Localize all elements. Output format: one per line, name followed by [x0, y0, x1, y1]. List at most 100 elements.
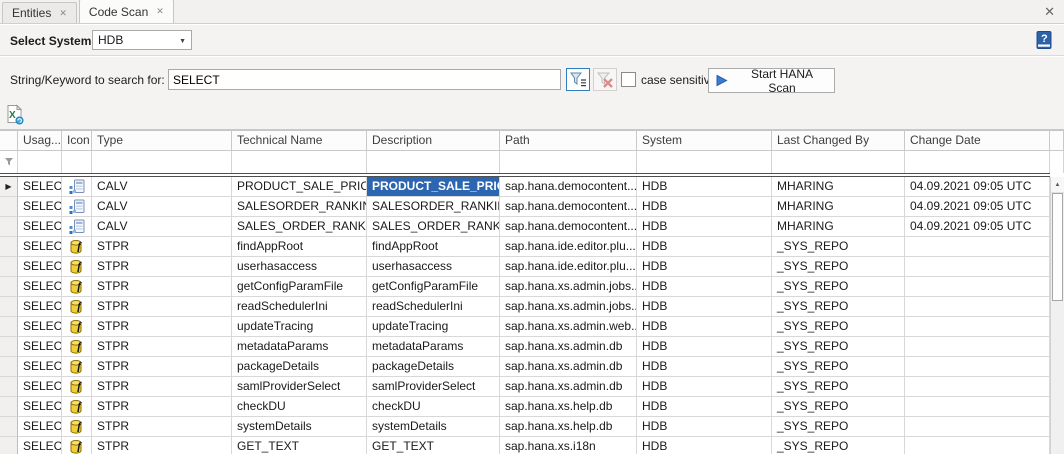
column-header-last-changed-by[interactable]: Last Changed By [772, 131, 905, 151]
cell-type[interactable]: STPR [92, 417, 232, 437]
cell-type[interactable]: STPR [92, 257, 232, 277]
table-row[interactable]: SELECT CALV SALES_ORDER_RANKIN... SALES_… [0, 217, 1050, 237]
cell-type[interactable]: STPR [92, 377, 232, 397]
cell-system[interactable]: HDB [637, 397, 772, 417]
cell-system[interactable]: HDB [637, 357, 772, 377]
case-sensitive-checkbox[interactable] [621, 72, 636, 87]
cell-change-date[interactable] [905, 337, 1050, 357]
cell-usage[interactable]: SELECT [18, 377, 62, 397]
cell-last-changed-by[interactable]: _SYS_REPO [772, 297, 905, 317]
search-input[interactable] [168, 69, 561, 90]
column-header-usage[interactable]: Usag... [18, 131, 62, 151]
vertical-scrollbar[interactable]: ▲ [1050, 177, 1064, 454]
cell-description[interactable]: findAppRoot [367, 237, 500, 257]
filter-cell-change-date[interactable] [905, 151, 1050, 173]
filter-cell-system[interactable] [637, 151, 772, 173]
cell-technical-name[interactable]: checkDU [232, 397, 367, 417]
filter-button[interactable] [566, 68, 590, 91]
cell-usage[interactable]: SELECT [18, 357, 62, 377]
filter-cell-icon[interactable] [62, 151, 92, 173]
cell-type[interactable]: STPR [92, 277, 232, 297]
cell-system[interactable]: HDB [637, 317, 772, 337]
cell-icon[interactable]: f [62, 397, 92, 417]
cell-technical-name[interactable]: metadataParams [232, 337, 367, 357]
cell-path[interactable]: sap.hana.xs.admin.db [500, 357, 637, 377]
column-header-icon[interactable]: Icon [62, 131, 92, 151]
filter-cell-path[interactable] [500, 151, 637, 173]
cell-path[interactable]: sap.hana.democontent.... [500, 217, 637, 237]
cell-description[interactable]: packageDetails [367, 357, 500, 377]
cell-path[interactable]: sap.hana.democontent.... [500, 197, 637, 217]
cell-system[interactable]: HDB [637, 437, 772, 454]
cell-last-changed-by[interactable]: _SYS_REPO [772, 317, 905, 337]
cell-path[interactable]: sap.hana.ide.editor.plu... [500, 237, 637, 257]
table-row[interactable]: SELECT f STPR metadataParams metadataPar… [0, 337, 1050, 357]
table-row[interactable]: SELECT f STPR readSchedulerIni readSched… [0, 297, 1050, 317]
cell-system[interactable]: HDB [637, 197, 772, 217]
cell-change-date[interactable] [905, 277, 1050, 297]
cell-icon[interactable] [62, 197, 92, 217]
cell-icon[interactable]: f [62, 337, 92, 357]
cell-change-date[interactable]: 04.09.2021 09:05 UTC [905, 177, 1050, 197]
cell-system[interactable]: HDB [637, 337, 772, 357]
cell-usage[interactable]: SELECT [18, 177, 62, 197]
cell-description[interactable]: GET_TEXT [367, 437, 500, 454]
cell-type[interactable]: STPR [92, 237, 232, 257]
column-header-description[interactable]: Description [367, 131, 500, 151]
cell-technical-name[interactable]: SALES_ORDER_RANKIN... [232, 217, 367, 237]
cell-change-date[interactable] [905, 357, 1050, 377]
cell-technical-name[interactable]: samlProviderSelect [232, 377, 367, 397]
cell-change-date[interactable] [905, 397, 1050, 417]
cell-last-changed-by[interactable]: _SYS_REPO [772, 337, 905, 357]
cell-type[interactable]: STPR [92, 437, 232, 454]
cell-type[interactable]: CALV [92, 197, 232, 217]
cell-type[interactable]: CALV [92, 217, 232, 237]
cell-change-date[interactable] [905, 437, 1050, 454]
cell-system[interactable]: HDB [637, 237, 772, 257]
cell-description[interactable]: PRODUCT_SALE_PRICE [367, 177, 500, 197]
cell-description[interactable]: samlProviderSelect [367, 377, 500, 397]
cell-path[interactable]: sap.hana.xs.help.db [500, 397, 637, 417]
cell-change-date[interactable] [905, 417, 1050, 437]
help-button[interactable]: ? [1034, 30, 1054, 50]
cell-path[interactable]: sap.hana.xs.help.db [500, 417, 637, 437]
cell-usage[interactable]: SELECT [18, 277, 62, 297]
start-hana-scan-button[interactable]: Start HANA Scan [708, 68, 835, 93]
cell-last-changed-by[interactable]: _SYS_REPO [772, 417, 905, 437]
clear-filter-button[interactable] [593, 68, 617, 91]
cell-path[interactable]: sap.hana.xs.admin.web... [500, 317, 637, 337]
cell-technical-name[interactable]: PRODUCT_SALE_PRICE [232, 177, 367, 197]
cell-last-changed-by[interactable]: MHARING [772, 217, 905, 237]
cell-technical-name[interactable]: findAppRoot [232, 237, 367, 257]
cell-usage[interactable]: SELECT [18, 437, 62, 454]
system-select-dropdown[interactable]: HDB ▼ [92, 30, 192, 50]
tab-close-icon[interactable]: ✕ [59, 9, 67, 18]
cell-icon[interactable] [62, 177, 92, 197]
cell-icon[interactable]: f [62, 277, 92, 297]
cell-last-changed-by[interactable]: MHARING [772, 197, 905, 217]
table-row[interactable]: SELECT f STPR getConfigParamFile getConf… [0, 277, 1050, 297]
cell-path[interactable]: sap.hana.xs.admin.jobs... [500, 277, 637, 297]
table-row[interactable]: SELECT f STPR GET_TEXT GET_TEXT sap.hana… [0, 437, 1050, 454]
cell-icon[interactable]: f [62, 317, 92, 337]
cell-description[interactable]: getConfigParamFile [367, 277, 500, 297]
tab-entities[interactable]: Entities ✕ [2, 2, 77, 23]
cell-change-date[interactable]: 04.09.2021 09:05 UTC [905, 197, 1050, 217]
table-row[interactable]: SELECT f STPR packageDetails packageDeta… [0, 357, 1050, 377]
cell-change-date[interactable] [905, 257, 1050, 277]
cell-path[interactable]: sap.hana.xs.admin.db [500, 337, 637, 357]
column-header-change-date[interactable]: Change Date [905, 131, 1050, 151]
tab-close-icon[interactable]: ✕ [156, 7, 164, 16]
cell-usage[interactable]: SELECT [18, 217, 62, 237]
cell-path[interactable]: sap.hana.democontent.... [500, 177, 637, 197]
cell-change-date[interactable] [905, 297, 1050, 317]
cell-path[interactable]: sap.hana.xs.admin.db [500, 377, 637, 397]
cell-system[interactable]: HDB [637, 377, 772, 397]
filter-cell-last-changed-by[interactable] [772, 151, 905, 173]
cell-type[interactable]: STPR [92, 297, 232, 317]
scroll-up-icon[interactable]: ▲ [1051, 177, 1064, 193]
cell-description[interactable]: userhasaccess [367, 257, 500, 277]
cell-last-changed-by[interactable]: _SYS_REPO [772, 277, 905, 297]
cell-change-date[interactable] [905, 317, 1050, 337]
cell-technical-name[interactable]: systemDetails [232, 417, 367, 437]
